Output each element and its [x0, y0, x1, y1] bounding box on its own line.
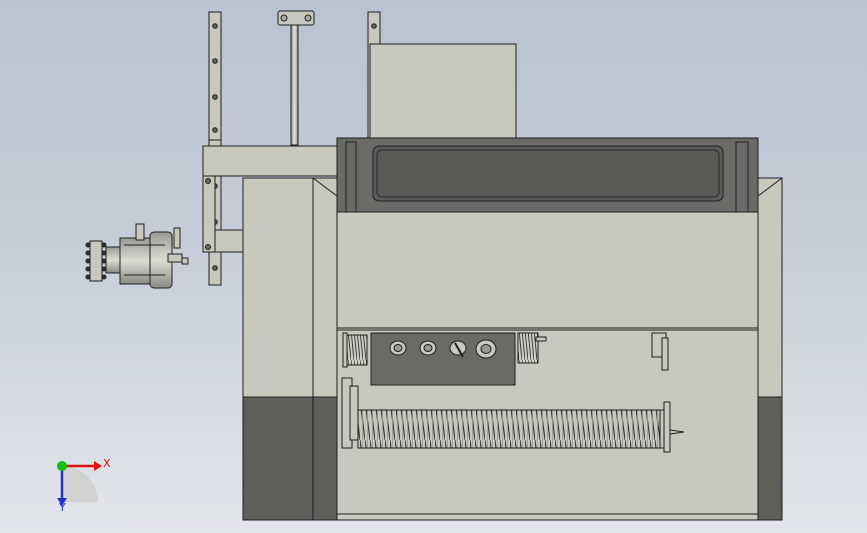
left-upper-spring[interactable] — [342, 332, 368, 368]
left-column-housing[interactable] — [242, 177, 338, 521]
upper-housing-block[interactable] — [369, 43, 517, 143]
graphics-viewport[interactable]: X Y — [0, 0, 867, 533]
knob-1[interactable] — [389, 340, 407, 356]
y-axis-label: Y — [59, 501, 66, 514]
right-column-housing[interactable] — [757, 177, 783, 521]
sprocket[interactable] — [85, 240, 107, 282]
coordinate-triad — [57, 461, 102, 506]
cad-model-drawing[interactable] — [0, 0, 867, 533]
drive-motor-assembly[interactable] — [85, 223, 189, 289]
top-guide-rod[interactable] — [277, 10, 315, 146]
x-axis-label: X — [103, 457, 111, 470]
main-front-housing[interactable] — [336, 137, 759, 331]
control-panel[interactable] — [370, 332, 516, 386]
knob-4[interactable] — [475, 339, 497, 359]
knob-2[interactable] — [419, 340, 437, 356]
z-axis-dot — [57, 461, 67, 471]
